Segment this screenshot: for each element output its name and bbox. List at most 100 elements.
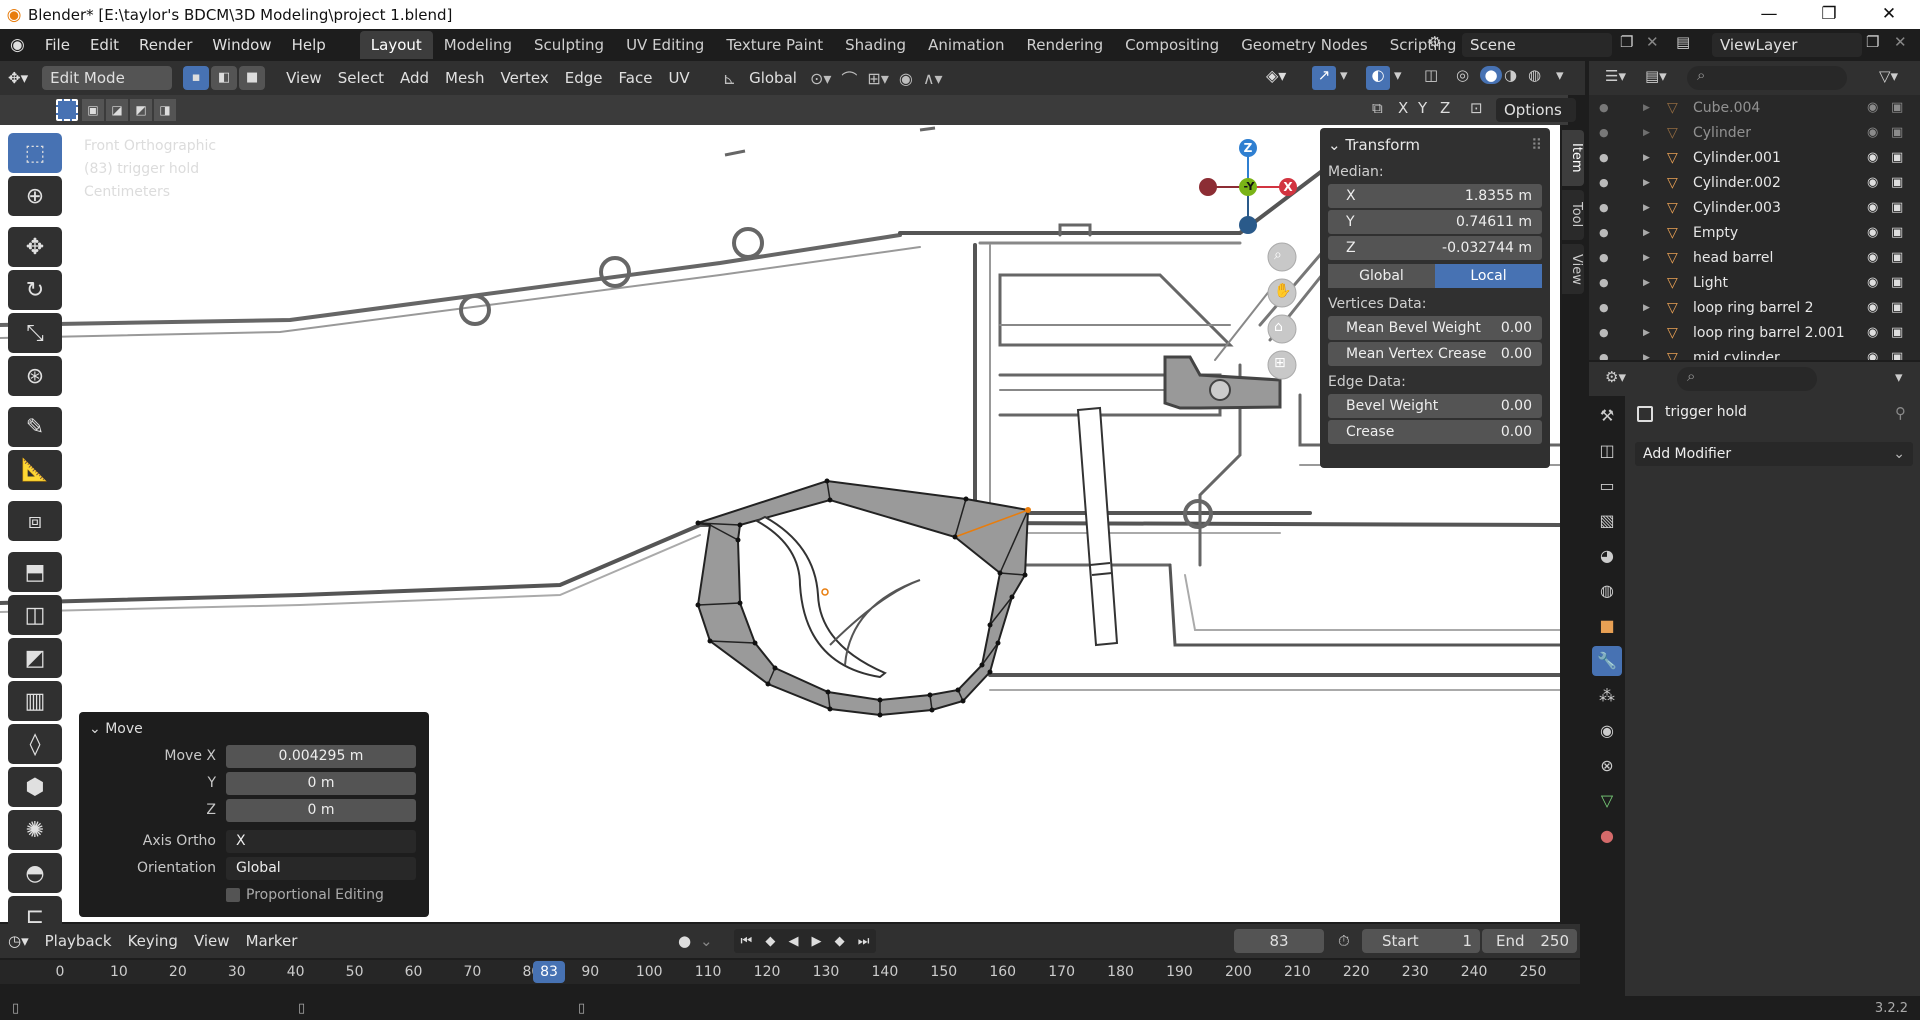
- visibility-dot-icon[interactable]: ●: [1599, 226, 1609, 239]
- mean-bevel-weight-field[interactable]: Mean Bevel Weight 0.00: [1328, 316, 1542, 340]
- eye-icon[interactable]: ◉: [1867, 200, 1878, 215]
- preview-range-icon[interactable]: ⏱: [1338, 932, 1350, 950]
- visibility-dot-icon[interactable]: ●: [1599, 301, 1609, 314]
- expand-arrow-icon[interactable]: ▶: [1643, 328, 1650, 338]
- menu-marker[interactable]: Marker: [238, 928, 306, 954]
- visibility-dot-icon[interactable]: ●: [1599, 326, 1609, 339]
- menu-help[interactable]: Help: [282, 31, 336, 59]
- properties-options-icon[interactable]: ▾: [1895, 368, 1903, 386]
- median-z-field[interactable]: Z -0.032744 m: [1328, 236, 1542, 260]
- blender-menu-icon[interactable]: ◉: [0, 31, 35, 59]
- menu-uv[interactable]: UV: [660, 65, 697, 91]
- object-tab-icon[interactable]: ■: [1592, 611, 1622, 641]
- outliner-row[interactable]: ● ▶ ▽ head barrel ◉ ▣: [1589, 245, 1920, 270]
- mode-selector[interactable]: Edit Mode: [42, 66, 173, 90]
- move-z-field[interactable]: 0 m: [226, 798, 416, 822]
- face-select-icon[interactable]: ■: [239, 66, 266, 90]
- expand-arrow-icon[interactable]: ▶: [1643, 228, 1650, 238]
- current-frame-field[interactable]: 83: [1234, 929, 1324, 953]
- tab-modeling[interactable]: Modeling: [433, 31, 523, 59]
- physics-tab-icon[interactable]: ◉: [1592, 716, 1622, 746]
- menu-render[interactable]: Render: [129, 31, 202, 59]
- transform-tool-icon[interactable]: ⊛: [8, 356, 62, 396]
- local-button[interactable]: Local: [1435, 264, 1542, 288]
- eye-icon[interactable]: ◉: [1867, 175, 1878, 190]
- tab-animation[interactable]: Animation: [917, 31, 1015, 59]
- delete-scene-icon[interactable]: ✕: [1646, 33, 1659, 51]
- visibility-dot-icon[interactable]: ●: [1599, 201, 1609, 214]
- menu-keying[interactable]: Keying: [120, 928, 186, 954]
- perspective-grid-icon[interactable]: ⊞: [1274, 355, 1286, 371]
- bevel-tool-icon[interactable]: ◩: [8, 638, 62, 678]
- wireframe-shading-icon[interactable]: ◎: [1456, 66, 1469, 84]
- expand-arrow-icon[interactable]: ▶: [1643, 153, 1650, 163]
- menu-vertex[interactable]: Vertex: [493, 65, 557, 91]
- xray-icon[interactable]: ◫: [1424, 66, 1438, 84]
- eye-icon[interactable]: ◉: [1867, 350, 1878, 360]
- snap-target-icon[interactable]: ⊞▾: [862, 69, 893, 88]
- outliner-row[interactable]: ● ▶ ▽ mid cylinder ◉ ▣: [1589, 345, 1920, 361]
- loop-cut-tool-icon[interactable]: ▥: [8, 681, 62, 721]
- side-tab-tool[interactable]: Tool: [1562, 190, 1584, 240]
- mirror-axis-z[interactable]: Z: [1440, 99, 1450, 117]
- material-tab-icon[interactable]: ●: [1592, 821, 1622, 851]
- next-keyframe-icon[interactable]: ◆: [835, 934, 845, 949]
- mirror-axis-y[interactable]: Y: [1418, 99, 1427, 117]
- zoom-icon[interactable]: ⌕: [1274, 247, 1282, 263]
- gizmo-z-label[interactable]: Z: [1239, 141, 1257, 155]
- transform-header[interactable]: ⌄ Transform ⠿: [1328, 134, 1542, 156]
- outliner-row[interactable]: ● ▶ ▽ loop ring barrel 2.001 ◉ ▣: [1589, 320, 1920, 345]
- constraints-tab-icon[interactable]: ⊗: [1592, 751, 1622, 781]
- menu-mesh[interactable]: Mesh: [437, 65, 493, 91]
- menu-select[interactable]: Select: [330, 65, 392, 91]
- mirror-icon[interactable]: ⧉: [1372, 99, 1383, 117]
- cursor-tool-icon[interactable]: ⊕: [8, 176, 62, 216]
- gizmo-dropdown-icon[interactable]: ▾: [1340, 66, 1348, 84]
- outliner-row[interactable]: ● ▶ ▽ Cylinder.002 ◉ ▣: [1589, 170, 1920, 195]
- proportional-falloff-icon[interactable]: ∧▾: [918, 69, 948, 88]
- start-frame-field[interactable]: Start 1: [1362, 929, 1480, 953]
- scene-tab-icon[interactable]: ◕: [1592, 541, 1622, 571]
- pin-icon[interactable]: ⚲: [1895, 404, 1906, 422]
- outliner-row[interactable]: ● ▶ ▽ Light ◉ ▣: [1589, 270, 1920, 295]
- scene-selector-icon[interactable]: ⚙: [1428, 33, 1441, 51]
- outliner-row[interactable]: ● ▶ ▽ Cylinder.003 ◉ ▣: [1589, 195, 1920, 220]
- drag-handle-icon[interactable]: ⠿: [1531, 134, 1542, 156]
- gizmo-toggle-icon[interactable]: ↗: [1312, 66, 1336, 90]
- options-dropdown[interactable]: Options: [1496, 98, 1576, 122]
- spin-tool-icon[interactable]: ✺: [8, 810, 62, 850]
- median-y-field[interactable]: Y 0.74611 m: [1328, 210, 1542, 234]
- menu-file[interactable]: File: [35, 31, 80, 59]
- jump-start-icon[interactable]: ⏮: [741, 934, 753, 949]
- select-subtract-icon[interactable]: ◪: [106, 99, 128, 121]
- snap-icon[interactable]: ⌒: [836, 66, 862, 90]
- overlay-toggle-icon[interactable]: ◐: [1366, 66, 1390, 90]
- eye-icon[interactable]: ◉: [1867, 225, 1878, 240]
- end-frame-field[interactable]: End 250: [1482, 929, 1577, 953]
- outliner-editor-type-icon[interactable]: ☰▾: [1605, 67, 1626, 85]
- add-modifier-button[interactable]: Add Modifier ⌄: [1635, 442, 1913, 466]
- side-tab-item[interactable]: Item: [1562, 130, 1584, 186]
- tab-sculpting[interactable]: Sculpting: [523, 31, 615, 59]
- render-camera-icon[interactable]: ▣: [1891, 175, 1903, 190]
- add-cube-tool-icon[interactable]: ⧈: [8, 501, 62, 541]
- view-layer-field[interactable]: ViewLayer: [1712, 33, 1862, 57]
- keying-dropdown-icon[interactable]: ⌄: [700, 932, 713, 950]
- prev-keyframe-icon[interactable]: ◆: [765, 934, 775, 949]
- menu-window[interactable]: Window: [202, 31, 281, 59]
- view-layer-tab-icon[interactable]: ▧: [1592, 506, 1622, 536]
- proportional-editing-checkbox[interactable]: [226, 888, 240, 902]
- select-extend-icon[interactable]: ▣: [82, 99, 104, 121]
- solid-shading-icon[interactable]: ●: [1480, 66, 1502, 84]
- close-button[interactable]: ✕: [1860, 0, 1918, 29]
- menu-face[interactable]: Face: [611, 65, 661, 91]
- expand-arrow-icon[interactable]: ▶: [1643, 303, 1650, 313]
- render-camera-icon[interactable]: ▣: [1891, 225, 1903, 240]
- visibility-dot-icon[interactable]: ●: [1599, 176, 1609, 189]
- extrude-tool-icon[interactable]: ⬒: [8, 552, 62, 592]
- render-camera-icon[interactable]: ▣: [1891, 100, 1903, 115]
- tab-uv-editing[interactable]: UV Editing: [615, 31, 715, 59]
- render-tab-icon[interactable]: ◫: [1592, 436, 1622, 466]
- new-scene-icon[interactable]: ❐: [1620, 33, 1633, 51]
- eye-icon[interactable]: ◉: [1867, 325, 1878, 340]
